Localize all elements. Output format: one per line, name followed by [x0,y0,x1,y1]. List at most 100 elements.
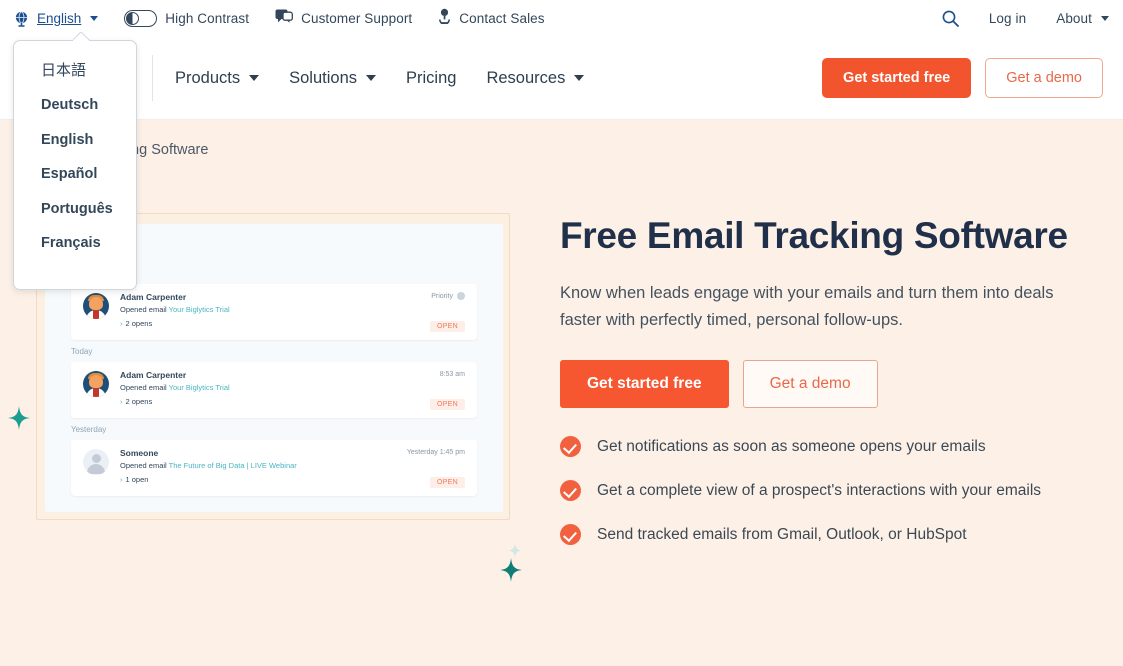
nav-get-started-free-button[interactable]: Get started free [822,58,972,98]
language-dropdown-menu[interactable]: 日本語 Deutsch English Español Português Fr… [13,40,137,290]
check-circle-icon [560,524,581,545]
benefit-label: Send tracked emails from Gmail, Outlook,… [597,525,967,543]
chevron-down-icon [366,75,377,81]
email-activity-row[interactable]: Adam Carpenter Opened email Your Biglyti… [71,284,477,340]
hero-subtitle: Know when leads engage with your emails … [560,284,1054,329]
row-opens-label: 1 open [125,475,149,484]
person-headset-icon [438,8,451,29]
utility-bar-left: English High Contrast Customer Support C… [14,8,571,29]
sparkle-icon [500,558,522,582]
row-action: Opened email Your Biglytics Trial [120,305,230,314]
nav-item-products[interactable]: Products [175,68,260,88]
row-email-subject[interactable]: Your Biglytics Trial [169,383,230,392]
hero-cta-group: Get started free Get a demo [560,360,1105,408]
row-email-subject[interactable]: Your Biglytics Trial [169,305,230,314]
row-action: Opened email The Future of Big Data | LI… [120,461,297,470]
contact-sales-label: Contact Sales [459,11,545,26]
contrast-toggle-icon [124,10,158,27]
row-priority-label: Priority [431,292,453,300]
search-button[interactable] [942,10,959,27]
hero-section: e Email Tracking Software [0,120,1123,666]
list-item: Get notifications as soon as someone ope… [560,436,1105,457]
row-timestamp: Yesterday 1:45 pm [406,449,465,456]
language-option-english[interactable]: English [14,123,136,158]
nav-links: Products Solutions Pricing Resources [175,68,585,88]
hero-benefits-list: Get notifications as soon as someone ope… [560,436,1105,545]
row-action-label: Opened email [120,305,167,314]
row-priority-indicator: Priority [431,292,465,300]
hero-get-a-demo-button[interactable]: Get a demo [742,360,878,408]
nav-item-label: Pricing [406,68,457,87]
nav-get-a-demo-button[interactable]: Get a demo [985,58,1103,98]
person-avatar [83,371,109,397]
email-activity-row[interactable]: Someone Opened email The Future of Big D… [71,440,477,496]
row-opens-label: 2 opens [125,319,153,328]
language-option-espanol[interactable]: Español [14,157,136,192]
customer-support-label: Customer Support [301,11,413,26]
row-contact-name: Adam Carpenter [120,292,187,302]
person-avatar [83,293,109,319]
nav-item-label: Solutions [289,68,358,87]
page-title: Free Email Tracking Software [560,215,1068,256]
globe-icon [14,10,29,27]
row-opens-count[interactable]: › 2 opens [120,397,152,406]
row-opens-count[interactable]: › 2 opens [120,319,152,328]
language-option-deutsch[interactable]: Deutsch [14,88,136,123]
row-action-label: Opened email [120,461,167,470]
email-activity-row[interactable]: Adam Carpenter Opened email Your Biglyti… [71,362,477,418]
chevron-down-icon [1101,16,1109,21]
contact-sales-link[interactable]: Contact Sales [438,8,545,29]
dropdown-caret-icon [73,32,90,41]
main-navigation: Products Solutions Pricing Resources Get… [0,37,1123,120]
row-contact-name: Adam Carpenter [120,370,187,380]
chat-bubbles-icon [275,9,294,29]
list-item: Get a complete view of a prospect's inte… [560,480,1105,501]
row-opens-count[interactable]: › 1 open [120,475,148,484]
status-badge: OPEN [429,399,465,410]
login-link[interactable]: Log in [989,11,1026,26]
utility-bar-right: Log in About [912,10,1109,27]
nav-cta-group: Get started free Get a demo [822,58,1103,98]
status-badge: OPEN [429,477,465,488]
chevron-down-icon [90,16,99,21]
benefit-label: Get notifications as soon as someone ope… [597,437,986,455]
nav-item-resources[interactable]: Resources [486,68,585,88]
utility-bar: English High Contrast Customer Support C… [0,0,1123,37]
high-contrast-toggle[interactable]: High Contrast [124,10,249,27]
language-option-japanese[interactable]: 日本語 [14,53,136,88]
hero-copy: Free Email Tracking Software Know when l… [560,213,1105,568]
high-contrast-label: High Contrast [165,11,250,26]
status-badge: OPEN [429,321,465,332]
row-email-subject[interactable]: The Future of Big Data | LIVE Webinar [169,461,297,470]
nav-divider [152,55,153,101]
hero-get-started-free-button[interactable]: Get started free [560,360,729,408]
sparkle-icon [508,543,522,558]
nav-item-label: Products [175,68,241,87]
about-menu[interactable]: About [1056,11,1109,26]
nav-item-solutions[interactable]: Solutions [289,68,377,88]
page-root: English High Contrast Customer Support C… [0,0,1123,666]
nav-item-pricing[interactable]: Pricing [406,69,456,88]
check-circle-icon [560,436,581,457]
nav-item-label: Resources [486,68,566,87]
language-selector[interactable]: English [14,10,99,27]
generic-avatar [83,449,109,475]
language-label: English [37,11,82,26]
login-label: Log in [988,11,1027,26]
chevron-down-icon [249,75,260,81]
benefit-label: Get a complete view of a prospect's inte… [597,481,1042,499]
customer-support-link[interactable]: Customer Support [275,9,412,29]
priority-dot-icon [457,292,465,300]
language-option-portugues[interactable]: Português [14,192,136,227]
check-circle-icon [560,480,581,501]
list-item: Send tracked emails from Gmail, Outlook,… [560,524,1105,545]
search-icon [942,10,959,27]
language-option-francais[interactable]: Français [14,226,136,261]
row-opens-label: 2 opens [125,397,153,406]
chevron-down-icon [574,75,585,81]
row-contact-name: Someone [120,448,159,458]
row-action-label: Opened email [120,383,167,392]
row-action: Opened email Your Biglytics Trial [120,383,230,392]
day-separator-yesterday: Yesterday [71,425,107,434]
day-separator-today: Today [71,347,93,356]
